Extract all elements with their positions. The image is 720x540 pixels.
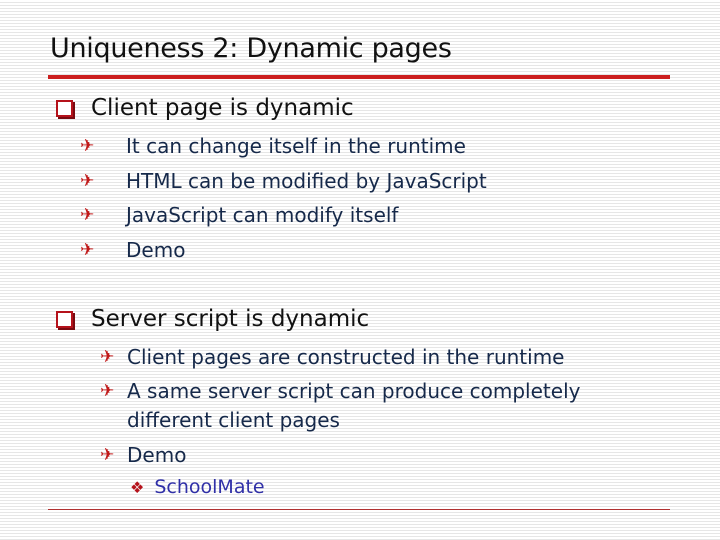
list-item: ✈ Demo: [100, 443, 186, 467]
list-item: ✈ A same server script can produce comple…: [100, 379, 580, 403]
airplane-bullet-icon: ✈: [80, 136, 95, 156]
square-bullet-icon: [56, 99, 73, 117]
square-bullet-icon: [56, 310, 73, 328]
airplane-bullet-icon: ✈: [80, 240, 95, 260]
item-text: JavaScript can modify itself: [126, 203, 399, 227]
item-text: A same server script can produce complet…: [127, 379, 581, 403]
item-text: Client pages are constructed in the runt…: [127, 345, 565, 369]
item-text: Demo: [127, 443, 187, 467]
bullet-text: Client page is dynamic: [91, 95, 354, 121]
list-item: ✈ It can change itself in the runtime: [80, 134, 466, 158]
item-text: It can change itself in the runtime: [126, 134, 466, 158]
list-item: ✈ HTML can be modified by JavaScript: [80, 169, 487, 193]
airplane-bullet-icon: ✈: [100, 445, 115, 465]
slide-title: Uniqueness 2: Dynamic pages: [50, 33, 452, 64]
list-item: ✈ JavaScript can modify itself: [80, 203, 398, 227]
bullet-text: Server script is dynamic: [91, 306, 370, 332]
bullet-client-page: Client page is dynamic: [56, 95, 354, 121]
sub-list-item: ❖ SchoolMate: [130, 476, 265, 498]
list-item-continuation: different client pages: [127, 408, 340, 432]
diamond-bullet-icon: ❖: [130, 477, 145, 497]
airplane-bullet-icon: ✈: [80, 205, 95, 225]
item-text: HTML can be modified by JavaScript: [126, 169, 487, 193]
airplane-bullet-icon: ✈: [100, 347, 115, 367]
item-text: SchoolMate: [154, 476, 265, 498]
bullet-server-script: Server script is dynamic: [56, 306, 369, 332]
title-divider: [48, 75, 670, 79]
list-item: ✈ Client pages are constructed in the run…: [100, 345, 564, 369]
item-text: different client pages: [127, 408, 340, 432]
footer-divider: [48, 509, 670, 510]
item-text: Demo: [126, 238, 186, 262]
airplane-bullet-icon: ✈: [80, 171, 95, 191]
airplane-bullet-icon: ✈: [100, 381, 115, 401]
list-item: ✈ Demo: [80, 238, 185, 262]
